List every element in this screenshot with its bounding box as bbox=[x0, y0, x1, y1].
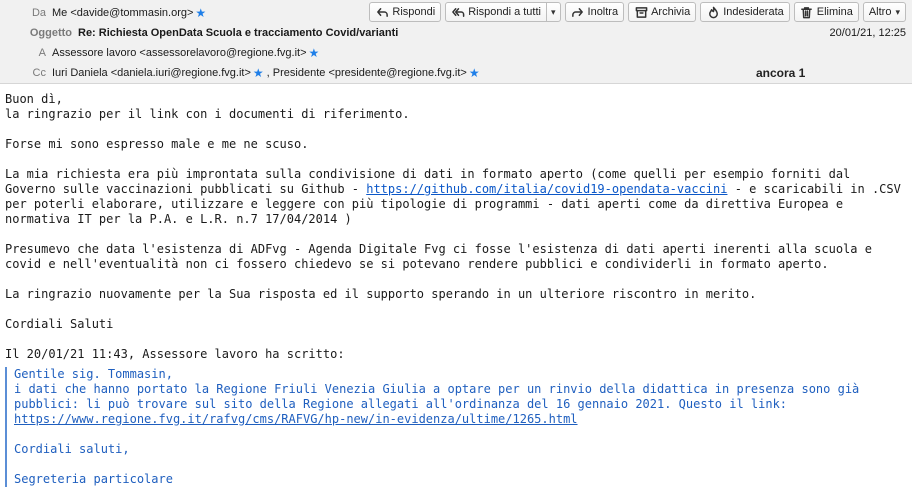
quote-line: i dati che hanno portato la Regione Friu… bbox=[14, 382, 860, 411]
message-date: 20/01/21, 12:25 bbox=[829, 27, 906, 39]
reply-all-label: Rispondi a tutti bbox=[468, 6, 541, 18]
body-paragraph: La ringrazio nuovamente per la Sua rispo… bbox=[5, 287, 757, 301]
reply-icon bbox=[375, 5, 389, 19]
subject-row: Oggetto Re: Richiesta OpenData Scuola e … bbox=[0, 24, 399, 42]
from-value[interactable]: Me <davide@tommasin.org> bbox=[52, 7, 193, 19]
reply-all-split: Rispondi a tutti ▾ bbox=[445, 2, 561, 22]
message-toolbar: Rispondi Rispondi a tutti ▾ Inoltra Arch… bbox=[369, 2, 906, 22]
subject-label: Oggetto bbox=[29, 27, 72, 39]
to-row: A Assessore lavoro <assessorelavoro@regi… bbox=[0, 44, 320, 62]
junk-flame-icon bbox=[706, 5, 720, 19]
reply-all-icon bbox=[451, 5, 465, 19]
delete-label: Elimina bbox=[816, 6, 853, 18]
message-body: Buon dì, la ringrazio per il link con i … bbox=[0, 84, 912, 494]
cc-row: Cc Iuri Daniela <daniela.iuri@regione.fv… bbox=[0, 64, 480, 82]
star-icon[interactable]: ★ bbox=[253, 67, 264, 79]
body-paragraph: Presumevo che data l'esistenza di ADFvg … bbox=[5, 242, 872, 271]
github-link[interactable]: https://github.com/italia/covid19-openda… bbox=[366, 182, 727, 196]
quote-line: Gentile sig. Tommasin, bbox=[14, 367, 173, 381]
more-label: Altro bbox=[868, 6, 892, 18]
star-icon[interactable]: ★ bbox=[309, 47, 320, 59]
junk-label: Indesiderata bbox=[723, 6, 784, 18]
tag-label: ancora 1 bbox=[756, 66, 806, 80]
junk-button[interactable]: Indesiderata bbox=[700, 2, 790, 22]
body-paragraph: Buon dì, la ringrazio per il link con i … bbox=[5, 92, 410, 121]
cc-value-1[interactable]: Iuri Daniela <daniela.iuri@regione.fvg.i… bbox=[52, 67, 251, 79]
quote-intro: Il 20/01/21 11:43, Assessore lavoro ha s… bbox=[5, 347, 345, 361]
forward-icon bbox=[571, 5, 585, 19]
quote-line: Cordiali saluti, bbox=[14, 442, 130, 456]
delete-button[interactable]: Elimina bbox=[793, 2, 859, 22]
to-value[interactable]: Assessore lavoro <assessorelavoro@region… bbox=[52, 47, 307, 59]
chevron-down-icon: ▾ bbox=[895, 6, 900, 17]
more-button[interactable]: Altro ▾ bbox=[862, 2, 906, 22]
quote-line: Segreteria particolare bbox=[14, 472, 173, 486]
forward-button[interactable]: Inoltra bbox=[564, 2, 625, 22]
cc-value-2[interactable]: Presidente <presidente@regione.fvg.it> bbox=[273, 67, 467, 79]
trash-icon bbox=[800, 5, 814, 19]
archive-icon bbox=[634, 5, 648, 19]
reply-all-button[interactable]: Rispondi a tutti bbox=[445, 2, 547, 22]
reply-label: Rispondi bbox=[392, 6, 436, 18]
subject-value: Re: Richiesta OpenData Scuola e tracciam… bbox=[78, 27, 399, 39]
reply-all-dropdown[interactable]: ▾ bbox=[545, 2, 561, 22]
from-row: Da Me <davide@tommasin.org> ★ bbox=[0, 4, 206, 22]
body-paragraph: Forse mi sono espresso male e me ne scus… bbox=[5, 137, 309, 151]
chevron-down-icon: ▾ bbox=[550, 6, 556, 17]
from-label: Da bbox=[31, 7, 46, 19]
body-paragraph: La mia richiesta era più improntata sull… bbox=[5, 167, 901, 226]
star-icon[interactable]: ★ bbox=[469, 67, 480, 79]
cc-label: Cc bbox=[32, 67, 46, 79]
quoted-message: Gentile sig. Tommasin, i dati che hanno … bbox=[5, 367, 907, 487]
message-header: Da Me <davide@tommasin.org> ★ Oggetto Re… bbox=[0, 0, 912, 84]
archive-label: Archivia bbox=[651, 6, 691, 18]
archive-button[interactable]: Archivia bbox=[628, 2, 697, 22]
to-label: A bbox=[38, 47, 46, 59]
reply-button[interactable]: Rispondi bbox=[369, 2, 442, 22]
star-icon[interactable]: ★ bbox=[195, 7, 206, 19]
signature: Cordiali Saluti bbox=[5, 317, 114, 331]
regione-link[interactable]: https://www.regione.fvg.it/rafvg/cms/RAF… bbox=[14, 412, 578, 426]
forward-label: Inoltra bbox=[587, 6, 619, 18]
